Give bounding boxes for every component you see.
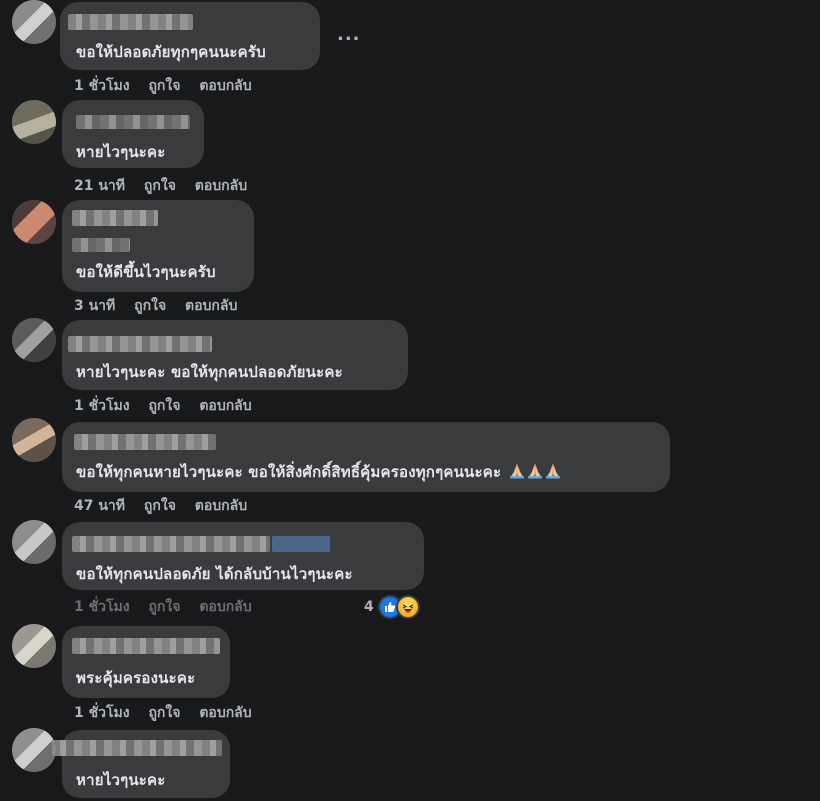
comment-actions: 1 ชั่วโมง ถูกใจ ตอบกลับ (74, 702, 252, 724)
comment-bubble: ขอให้ทุกคนหายไวๆนะคะ ขอให้สิ่งศักดิ์สิทธ… (62, 422, 670, 492)
comment-text: พระคุ้มครองนะคะ (76, 669, 196, 687)
folded-hands-icon (527, 463, 542, 479)
comment-text: ขอให้ทุกคนหายไวๆนะคะ ขอให้สิ่งศักดิ์สิทธ… (76, 460, 561, 484)
comment-text: ขอให้ดีขึ้นไวๆนะครับ (76, 263, 216, 281)
blurred-author-name[interactable] (74, 434, 216, 450)
folded-hands-icon (545, 463, 560, 479)
like-button[interactable]: ถูกใจ (148, 395, 180, 417)
blurred-author-subtitle (72, 238, 130, 252)
like-button[interactable]: ถูกใจ (148, 75, 180, 97)
avatar[interactable] (12, 624, 56, 668)
blurred-author-name[interactable] (68, 336, 212, 352)
comment-text-body: ขอให้ทุกคนหายไวๆนะคะ ขอให้สิ่งศักดิ์สิทธ… (76, 463, 502, 481)
more-options-icon[interactable]: ... (337, 24, 361, 45)
like-button[interactable]: ถูกใจ (144, 495, 176, 517)
blurred-author-name[interactable] (76, 115, 190, 129)
comment-bubble: ขอให้ดีขึ้นไวๆนะครับ (62, 200, 254, 292)
folded-hands-icon (509, 463, 524, 479)
comment-time[interactable]: 1 ชั่วโมง (74, 596, 130, 618)
comment-time[interactable]: 47 นาที (74, 495, 125, 517)
avatar[interactable] (12, 728, 56, 772)
comment-actions: 1 ชั่วโมง ถูกใจ ตอบกลับ (74, 395, 252, 417)
like-button[interactable]: ถูกใจ (148, 702, 180, 724)
comment-bubble: ขอให้ปลอดภัยทุกๆคนนะครับ (60, 2, 320, 70)
comment-text: หายไวๆนะคะ (76, 143, 166, 161)
blurred-author-name[interactable] (72, 210, 158, 226)
comment-time[interactable]: 1 ชั่วโมง (74, 75, 130, 97)
comment-text: ขอให้ทุกคนปลอดภัย ได้กลับบ้านไวๆนะคะ (76, 565, 353, 583)
comment-bubble: หายไวๆนะคะ (52, 730, 230, 798)
reply-button[interactable]: ตอบกลับ (199, 702, 251, 724)
reply-button[interactable]: ตอบกลับ (195, 495, 247, 517)
comment-actions: 21 นาที ถูกใจ ตอบกลับ (74, 175, 247, 197)
avatar[interactable] (12, 520, 56, 564)
like-button[interactable]: ถูกใจ (134, 295, 166, 317)
blurred-author-name[interactable] (52, 740, 222, 756)
comment-bubble: หายไวๆนะคะ (62, 100, 204, 168)
haha-reaction-icon (395, 595, 420, 619)
blurred-author-name[interactable] (72, 536, 270, 552)
avatar[interactable] (12, 318, 56, 362)
comment-actions: 3 นาที ถูกใจ ตอบกลับ (74, 295, 237, 317)
avatar[interactable] (12, 418, 56, 462)
reply-button[interactable]: ตอบกลับ (199, 395, 251, 417)
like-button[interactable]: ถูกใจ (148, 596, 180, 618)
blurred-author-name[interactable] (68, 14, 193, 30)
comment-text: หายไวๆนะคะ (76, 771, 166, 789)
comment-actions: 47 นาที ถูกใจ ตอบกลับ (74, 495, 247, 517)
reply-button[interactable]: ตอบกลับ (195, 175, 247, 197)
avatar[interactable] (12, 100, 56, 144)
comment-actions: 1 ชั่วโมง ถูกใจ ตอบกลับ (74, 75, 252, 97)
reply-button[interactable]: ตอบกลับ (199, 596, 251, 618)
like-button[interactable]: ถูกใจ (144, 175, 176, 197)
avatar[interactable] (12, 200, 56, 244)
comment-actions: 1 ชั่วโมง ถูกใจ ตอบกลับ (74, 596, 252, 618)
reply-button[interactable]: ตอบกลับ (185, 295, 237, 317)
blurred-author-tag (272, 536, 330, 552)
blurred-author-name[interactable] (72, 638, 220, 654)
comment-bubble: ขอให้ทุกคนปลอดภัย ได้กลับบ้านไวๆนะคะ (62, 522, 424, 590)
reaction-summary[interactable]: 4 (364, 595, 420, 619)
avatar[interactable] (12, 0, 56, 44)
comment-time[interactable]: 1 ชั่วโมง (74, 702, 130, 724)
comment-time[interactable]: 3 นาที (74, 295, 115, 317)
reply-button[interactable]: ตอบกลับ (199, 75, 251, 97)
comment-bubble: พระคุ้มครองนะคะ (62, 626, 230, 698)
comment-text: หายไวๆนะคะ ขอให้ทุกคนปลอดภัยนะคะ (76, 363, 343, 381)
comment-time[interactable]: 1 ชั่วโมง (74, 395, 130, 417)
reaction-count: 4 (364, 599, 374, 615)
comment-bubble: หายไวๆนะคะ ขอให้ทุกคนปลอดภัยนะคะ (62, 320, 408, 390)
comment-text: ขอให้ปลอดภัยทุกๆคนนะครับ (76, 43, 266, 61)
comment-time[interactable]: 21 นาที (74, 175, 125, 197)
